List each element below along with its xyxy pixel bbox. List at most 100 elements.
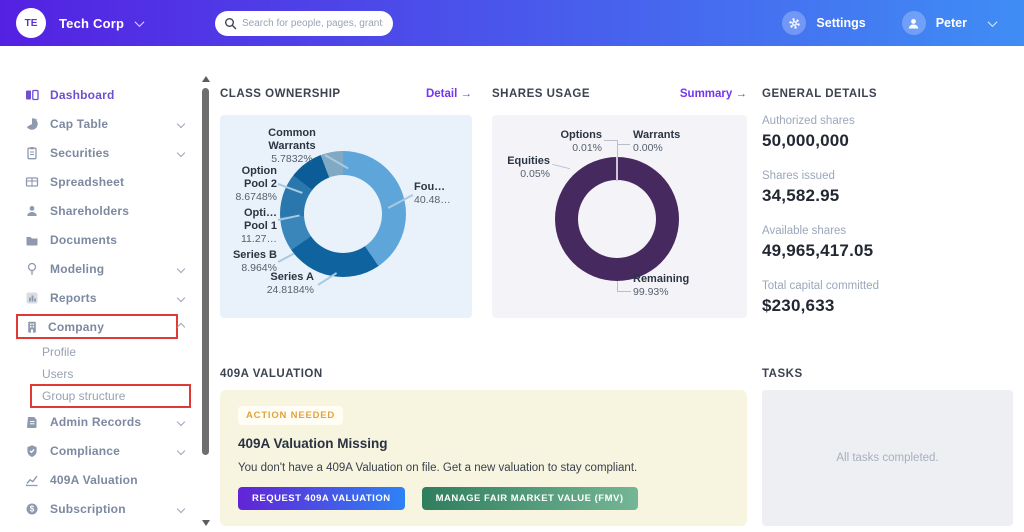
- company-avatar[interactable]: TE: [16, 8, 46, 38]
- sidebar-item-409a-valuation[interactable]: 409A Valuation: [0, 465, 200, 494]
- sidebar-item-spreadsheet[interactable]: Spreadsheet: [0, 167, 200, 196]
- class-ownership-section: CLASS OWNERSHIP Detail → Common Warrants: [220, 88, 472, 335]
- segment-label-option-pool-2: Option Pool 2 8.6748%: [235, 165, 277, 203]
- annotation-box: Company: [16, 314, 178, 339]
- segment-label-option-pool-1: Opti… Pool 1 11.27…: [241, 207, 277, 245]
- company-name[interactable]: Tech Corp: [59, 16, 124, 31]
- building-icon: [24, 319, 39, 334]
- scroll-down-arrow[interactable]: [202, 520, 210, 526]
- segment-label-founders: Fou… 40.48…: [414, 181, 451, 206]
- segment-label-series-a: Series A 24.8184%: [266, 271, 314, 296]
- shares-usage-chart-panel: Options 0.01% Warrants 0.00% Equities 0.…: [492, 115, 747, 318]
- main-content: CLASS OWNERSHIP Detail → Common Warrants: [213, 46, 1024, 532]
- manage-fmv-button[interactable]: MANAGE FAIR MARKET VALUE (FMV): [421, 487, 638, 510]
- stat-label: Available shares: [762, 225, 847, 237]
- bar-chart-icon: [24, 290, 39, 305]
- segment-label-options: Options 0.01%: [560, 129, 602, 154]
- segment-label-common-warrants: Common Warrants 5.7832%: [268, 127, 316, 165]
- sidebar-item-label: Modeling: [50, 261, 105, 276]
- sidebar-item-securities[interactable]: Securities: [0, 138, 200, 167]
- scrollbar-thumb[interactable]: [202, 88, 209, 455]
- pie-chart-icon: [24, 116, 39, 131]
- sidebar-item-reports[interactable]: Reports: [0, 283, 200, 312]
- detail-link[interactable]: Detail →: [426, 88, 472, 100]
- chevron-down-icon: [176, 293, 186, 302]
- sidebar-scrollbar: [200, 46, 213, 532]
- dashboard-icon: [24, 87, 39, 102]
- person-icon: [24, 203, 39, 218]
- section-title: SHARES USAGE: [492, 88, 591, 100]
- search-bar: [215, 11, 393, 36]
- callout-line: [617, 144, 630, 146]
- chevron-down-icon: [176, 417, 186, 426]
- callout-line: [552, 163, 570, 170]
- sidebar-item-label: Compliance: [50, 443, 121, 458]
- chevron-down-icon[interactable]: [134, 16, 145, 27]
- segment-label-remaining: Remaining 99.93%: [633, 273, 690, 298]
- general-details-section: GENERAL DETAILS Authorized shares 50,000…: [762, 88, 879, 335]
- stat-shares-issued: Shares issued 34,582.95: [762, 170, 879, 206]
- dollar-circle-icon: $: [24, 501, 39, 516]
- tasks-empty-message: All tasks completed.: [836, 452, 939, 464]
- action-needed-badge: ACTION NEEDED: [238, 406, 344, 425]
- sidebar-item-documents[interactable]: Documents: [0, 225, 200, 254]
- sidebar-subitem-label: Profile: [42, 345, 77, 359]
- callout-line: [277, 252, 295, 263]
- sidebar-item-admin-records[interactable]: Admin Records: [0, 407, 200, 436]
- segment-label-warrants: Warrants 0.00%: [633, 129, 681, 154]
- search-input[interactable]: [215, 11, 393, 36]
- summary-link[interactable]: Summary →: [680, 88, 747, 100]
- donut-hole: [304, 175, 382, 253]
- sidebar-item-label: Securities: [50, 145, 110, 160]
- sidebar-item-cap-table[interactable]: Cap Table: [0, 109, 200, 138]
- sidebar-item-subscription[interactable]: $ Subscription: [0, 494, 200, 523]
- segment-divider-line: [616, 157, 618, 181]
- sidebar-item-label: 409A Valuation: [50, 472, 138, 487]
- sidebar-subitem-label: Users: [42, 367, 74, 381]
- sidebar-item-label: Shareholders: [50, 203, 130, 218]
- trend-chart-icon: [24, 472, 39, 487]
- shares-usage-section: SHARES USAGE Summary → Options 0.01% War…: [492, 88, 747, 335]
- tasks-panel: All tasks completed.: [762, 390, 1013, 526]
- table-icon: [24, 174, 39, 189]
- chevron-down-icon[interactable]: [987, 16, 998, 27]
- sidebar-item-shareholders[interactable]: Shareholders: [0, 196, 200, 225]
- valuation-heading: 409A Valuation Missing: [238, 436, 388, 451]
- settings-icon[interactable]: [782, 11, 807, 35]
- sidebar-item-group-structure[interactable]: Group structure: [0, 384, 200, 408]
- user-avatar[interactable]: [901, 11, 926, 35]
- top-bar: TE Tech Corp Settings Peter: [0, 0, 1024, 46]
- stat-label: Authorized shares: [762, 115, 855, 127]
- valuation-alert-panel: ACTION NEEDED 409A Valuation Missing You…: [220, 390, 747, 526]
- sidebar-item-users[interactable]: Users: [0, 363, 200, 385]
- lightbulb-icon: [24, 261, 39, 276]
- sidebar-item-dashboard[interactable]: Dashboard: [0, 80, 200, 109]
- sidebar-item-label: Company: [48, 319, 105, 334]
- section-title: CLASS OWNERSHIP: [220, 88, 341, 100]
- callout-line: [604, 140, 617, 142]
- sidebar-item-modeling[interactable]: Modeling: [0, 254, 200, 283]
- sidebar-item-label: Cap Table: [50, 116, 109, 131]
- stat-label: Shares issued: [762, 170, 835, 182]
- stat-value: 34,582.95: [762, 186, 840, 205]
- user-name[interactable]: Peter: [936, 16, 967, 30]
- sidebar-item-compliance[interactable]: Compliance: [0, 436, 200, 465]
- search-icon: [225, 18, 237, 30]
- donut-hole: [578, 180, 656, 258]
- arrow-right-icon: →: [460, 88, 473, 100]
- clipboard-icon: [24, 145, 39, 160]
- chevron-down-icon: [176, 264, 186, 273]
- sidebar-item-label: Dashboard: [50, 87, 115, 102]
- scroll-up-arrow[interactable]: [202, 76, 210, 82]
- settings-button[interactable]: Settings: [816, 16, 865, 30]
- callout-line: [616, 140, 618, 158]
- sidebar-item-label: Subscription: [50, 501, 126, 516]
- request-409a-valuation-button[interactable]: REQUEST 409A VALUATION: [238, 487, 405, 510]
- records-icon: [24, 414, 39, 429]
- chevron-up-icon: [176, 322, 186, 331]
- section-title: 409A VALUATION: [220, 368, 323, 380]
- sidebar-item-company[interactable]: Company: [0, 312, 200, 341]
- segment-label-equities: Equities 0.05%: [507, 155, 550, 180]
- sidebar-item-profile[interactable]: Profile: [0, 341, 200, 363]
- sidebar-item-label: Spreadsheet: [50, 174, 125, 189]
